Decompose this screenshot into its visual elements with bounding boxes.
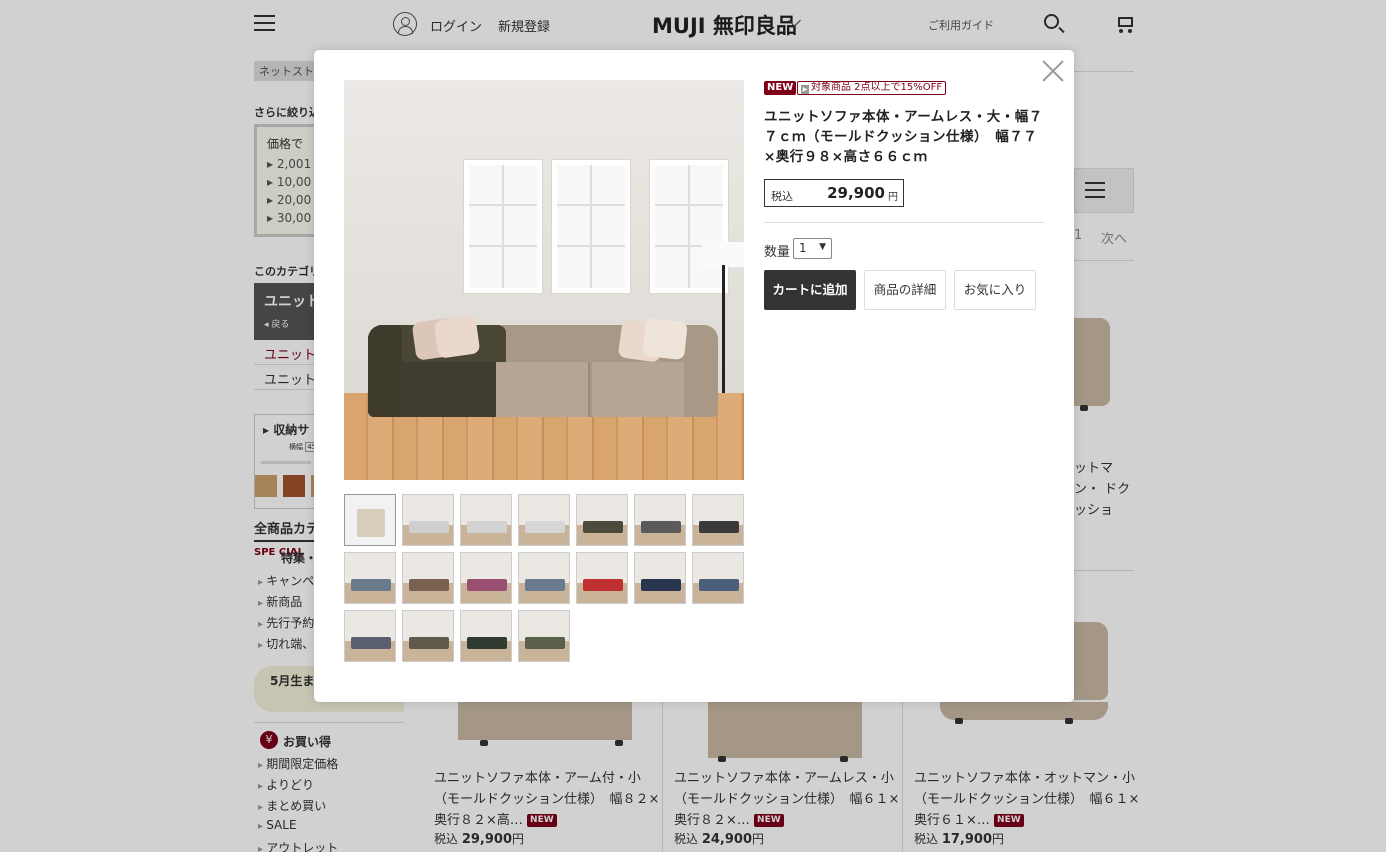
dropdown-arrow-icon: ▼ xyxy=(819,242,826,252)
product-thumbnail[interactable] xyxy=(460,494,512,546)
product-thumbnail[interactable] xyxy=(634,552,686,604)
quantity-label: 数量 xyxy=(764,245,791,260)
product-thumbnail[interactable] xyxy=(402,610,454,662)
product-thumbnail[interactable] xyxy=(344,552,396,604)
new-badge: NEW xyxy=(764,81,797,95)
offer-badge[interactable]: ▶ 対象商品 2点以上で15%OFF xyxy=(797,81,947,95)
yen-label: 円 xyxy=(888,192,898,203)
tax-label: 税込 xyxy=(771,190,793,203)
product-thumbnail[interactable] xyxy=(344,494,396,546)
divider xyxy=(764,222,1044,223)
product-thumbnail[interactable] xyxy=(692,494,744,546)
product-thumbnail[interactable] xyxy=(692,552,744,604)
quick-view-modal: NEW ▶ 対象商品 2点以上で15%OFF ユニットソファ本体・アームレス・大・… xyxy=(314,50,1074,702)
product-thumbnail[interactable] xyxy=(518,610,570,662)
price-value: 29,900 xyxy=(827,184,885,202)
product-thumbnail[interactable] xyxy=(460,610,512,662)
play-icon: ▶ xyxy=(801,85,809,94)
product-detail-button[interactable]: 商品の詳細 xyxy=(864,270,946,310)
close-icon[interactable] xyxy=(1041,59,1065,83)
favorite-button[interactable]: お気に入り xyxy=(954,270,1036,310)
product-thumbnail[interactable] xyxy=(518,552,570,604)
product-thumbnail[interactable] xyxy=(576,552,628,604)
product-thumbnail[interactable] xyxy=(402,552,454,604)
product-thumbnail[interactable] xyxy=(402,494,454,546)
product-thumbnail[interactable] xyxy=(344,610,396,662)
quantity-select[interactable]: 1 ▼ xyxy=(793,238,832,259)
main-product-image xyxy=(344,80,744,480)
product-thumbnail[interactable] xyxy=(460,552,512,604)
product-thumbnail[interactable] xyxy=(634,494,686,546)
price-box: 税込 29,900 円 xyxy=(764,179,904,207)
product-thumbnail[interactable] xyxy=(576,494,628,546)
add-to-cart-button[interactable]: カートに追加 xyxy=(764,270,856,310)
product-title: ユニットソファ本体・アームレス・大・幅７７ｃｍ（モールドクッション仕様） 幅７７… xyxy=(764,109,1043,165)
product-thumbnail[interactable] xyxy=(518,494,570,546)
